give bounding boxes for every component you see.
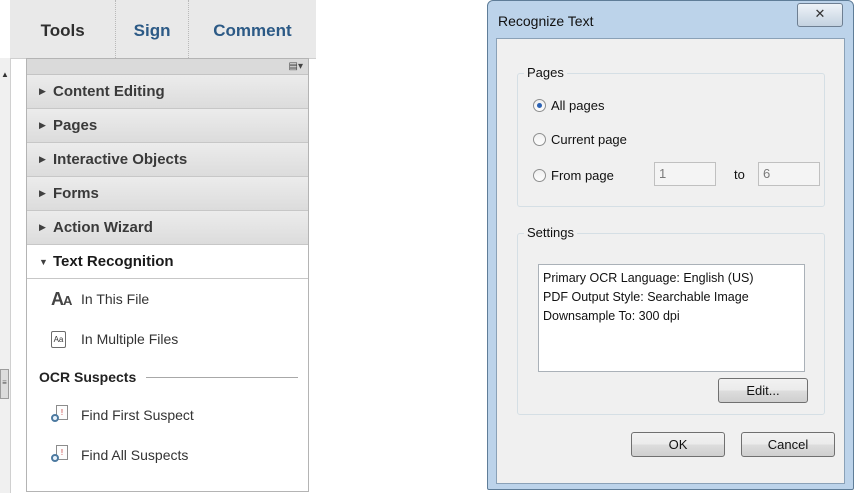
pages-group: Pages All pages Current page From page 1… xyxy=(517,65,825,207)
settings-line-downsample: Downsample To: 300 dpi xyxy=(543,309,680,323)
from-page-field[interactable]: 1 xyxy=(654,162,716,186)
section-label: Pages xyxy=(53,117,98,134)
dialog-body: Pages All pages Current page From page 1… xyxy=(496,38,845,484)
recognize-text-dialog: Recognize Text ✕ Pages All pages Current… xyxy=(487,0,854,490)
radio-button-selected[interactable] xyxy=(533,99,546,112)
scroll-up-arrow-icon[interactable]: ▲ xyxy=(1,70,9,79)
settings-line-output-style: PDF Output Style: Searchable Image xyxy=(543,290,749,304)
radio-from-page[interactable]: From page xyxy=(533,168,614,183)
pane-tabs: Tools Sign Comment xyxy=(10,0,316,59)
radio-button[interactable] xyxy=(533,133,546,146)
section-label: Interactive Objects xyxy=(53,151,188,168)
collapse-triangle-icon: ▼ xyxy=(39,256,48,267)
section-label: Forms xyxy=(53,185,99,202)
radio-button[interactable] xyxy=(533,169,546,182)
tool-label: Find First Suspect xyxy=(81,407,194,423)
section-forms[interactable]: ▶ Forms xyxy=(27,177,308,211)
expand-triangle-icon: ▶ xyxy=(39,86,46,96)
find-suspects-icon: ! xyxy=(51,445,69,465)
ocr-suspects-heading: OCR Suspects xyxy=(27,359,308,395)
cancel-button[interactable]: Cancel xyxy=(741,432,835,457)
settings-group: Settings Primary OCR Language: English (… xyxy=(517,225,825,415)
multiple-files-icon: Aa xyxy=(51,330,66,348)
section-interactive-objects[interactable]: ▶ Interactive Objects xyxy=(27,143,308,177)
text-aa-icon: AA xyxy=(51,288,72,309)
scrollbar[interactable] xyxy=(0,58,11,493)
ok-button[interactable]: OK xyxy=(631,432,725,457)
tools-panel: ▤▾ ▶ Content Editing ▶ Pages ▶ Interacti… xyxy=(26,58,309,492)
tab-tools[interactable]: Tools xyxy=(10,0,115,58)
tool-label: In Multiple Files xyxy=(81,331,179,347)
radio-label: From page xyxy=(551,168,614,183)
tool-find-first-suspect[interactable]: ! Find First Suspect xyxy=(27,395,308,435)
settings-group-label: Settings xyxy=(524,225,577,240)
tools-pane: ▲ ≡ Tools Sign Comment ▤▾ ▶ Content Edit… xyxy=(0,0,317,493)
subheading-label: OCR Suspects xyxy=(39,369,137,385)
divider xyxy=(146,376,298,378)
find-suspect-icon: ! xyxy=(51,405,69,425)
radio-current-page[interactable]: Current page xyxy=(533,132,627,147)
tool-in-this-file[interactable]: AA In This File xyxy=(27,279,308,319)
to-label: to xyxy=(734,167,745,182)
tab-comment[interactable]: Comment xyxy=(189,0,316,58)
edit-button[interactable]: Edit... xyxy=(718,378,808,403)
section-label: Content Editing xyxy=(53,83,165,100)
to-page-field[interactable]: 6 xyxy=(758,162,820,186)
tool-find-all-suspects[interactable]: ! Find All Suspects xyxy=(27,435,308,475)
tab-sign[interactable]: Sign xyxy=(115,0,189,58)
dialog-title: Recognize Text xyxy=(498,13,594,29)
section-label: Text Recognition xyxy=(53,253,174,270)
panel-header: ▤▾ xyxy=(27,59,308,75)
expand-triangle-icon: ▶ xyxy=(39,120,46,130)
close-button[interactable]: ✕ xyxy=(797,3,843,27)
expand-triangle-icon: ▶ xyxy=(39,188,46,198)
section-text-recognition[interactable]: ▼ Text Recognition xyxy=(27,245,308,279)
expand-triangle-icon: ▶ xyxy=(39,154,46,164)
tool-label: In This File xyxy=(81,291,150,307)
tool-label: Find All Suspects xyxy=(81,447,189,463)
section-content-editing[interactable]: ▶ Content Editing xyxy=(27,75,308,109)
expand-triangle-icon: ▶ xyxy=(39,222,46,232)
settings-summary: Primary OCR Language: English (US) PDF O… xyxy=(538,264,805,372)
radio-all-pages[interactable]: All pages xyxy=(533,98,604,113)
pages-group-label: Pages xyxy=(524,65,567,80)
close-icon: ✕ xyxy=(814,6,826,21)
radio-label: All pages xyxy=(551,98,605,113)
panel-options-icon[interactable]: ▤▾ xyxy=(289,59,303,74)
section-label: Action Wizard xyxy=(53,219,153,236)
section-action-wizard[interactable]: ▶ Action Wizard xyxy=(27,211,308,245)
settings-line-ocr-language: Primary OCR Language: English (US) xyxy=(543,271,754,285)
radio-label: Current page xyxy=(551,132,627,147)
tool-in-multiple-files[interactable]: Aa In Multiple Files xyxy=(27,319,308,359)
section-pages[interactable]: ▶ Pages xyxy=(27,109,308,143)
scrollbar-grip[interactable]: ≡ xyxy=(0,369,9,399)
